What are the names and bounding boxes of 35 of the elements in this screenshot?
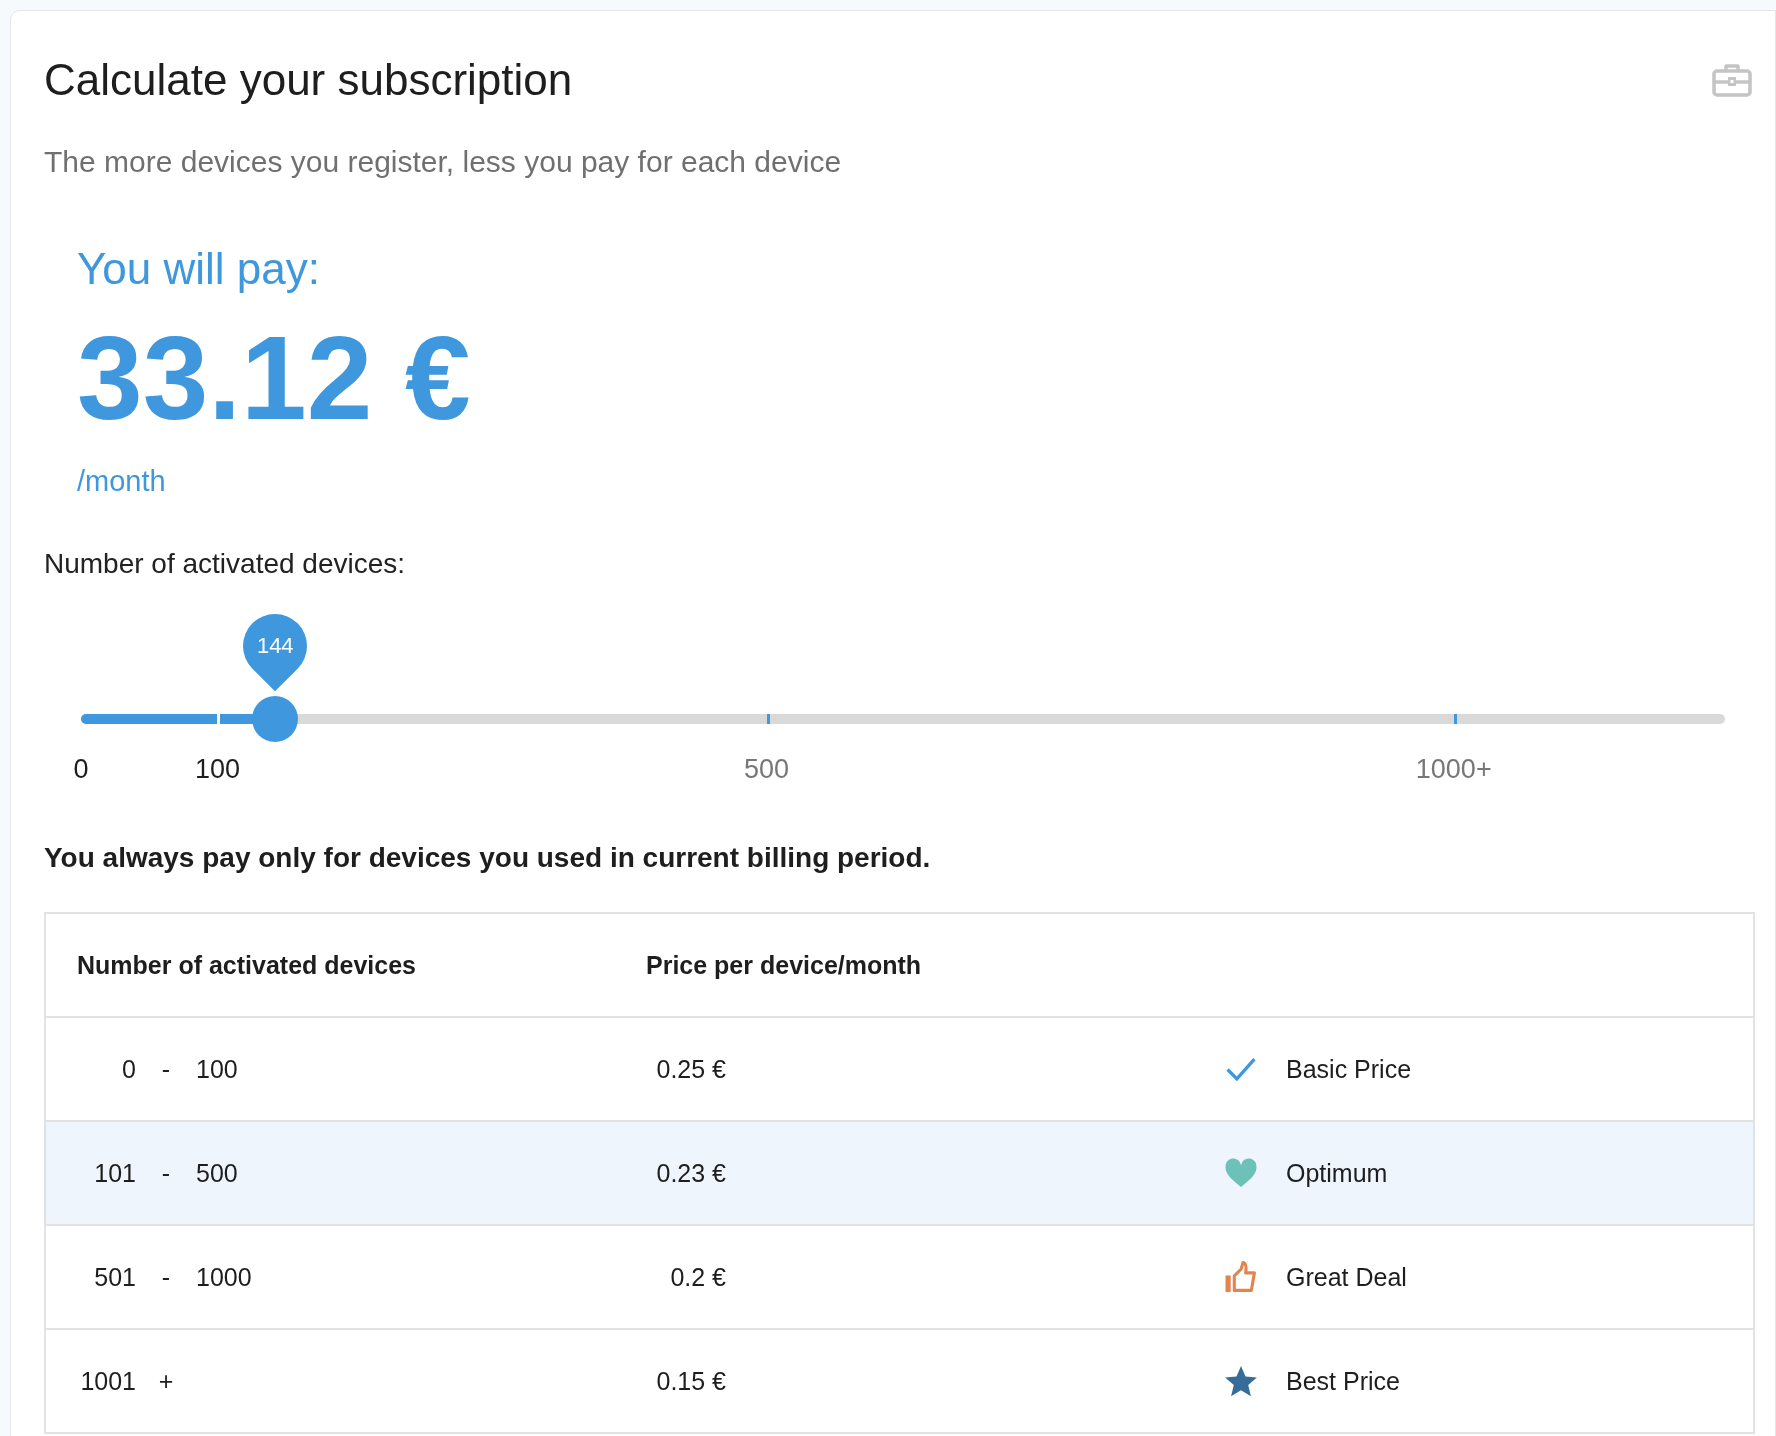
tier-label: Great Deal xyxy=(1286,1262,1407,1292)
range-text: 1001 xyxy=(79,1366,136,1396)
tier-label: Best Price xyxy=(1286,1366,1400,1396)
tier-label: Basic Price xyxy=(1286,1054,1412,1084)
range-text: 500 xyxy=(196,1158,238,1188)
range-text: 501 xyxy=(93,1262,136,1292)
price-text: 0.15 € xyxy=(656,1366,726,1395)
tier-label: Optimum xyxy=(1286,1158,1388,1188)
billing-note: You always pay only for devices you used in current billing period. xyxy=(44,842,932,875)
pay-label: You will pay: xyxy=(77,245,321,294)
tick-label: 500 xyxy=(744,754,790,786)
price-text: 0.25 € xyxy=(656,1054,726,1083)
range-text: - xyxy=(160,1158,172,1188)
tick-label: 0 xyxy=(73,754,89,786)
range-text: - xyxy=(160,1262,172,1292)
price-text: 0.2 € xyxy=(670,1262,726,1291)
table-row[interactable]: 101 - 500 0.23 € Optimum xyxy=(46,1122,1753,1227)
tick-label: 100 xyxy=(194,754,240,786)
tick-label: 1000+ xyxy=(1415,754,1492,786)
range-text: 101 xyxy=(93,1158,136,1188)
price-amount: 33.12 € xyxy=(77,311,472,447)
range-text: 1000 xyxy=(196,1262,252,1292)
subtitle-text: The more devices you register, less you pay for each device xyxy=(44,145,843,179)
range-text: - xyxy=(160,1054,172,1084)
period-label: /month xyxy=(77,465,167,499)
briefcase-icon[interactable] xyxy=(1712,63,1752,97)
column-header: Price per device/month xyxy=(646,950,922,980)
card-title: Calculate your subscription xyxy=(44,55,573,105)
column-header: Number of activated devices xyxy=(76,950,417,980)
range-text: + xyxy=(157,1366,175,1396)
slider-track[interactable] xyxy=(81,714,1725,725)
range-text: 0 xyxy=(121,1054,136,1084)
slider-label: Number of activated devices: xyxy=(44,548,407,581)
price-text: 0.23 € xyxy=(656,1158,726,1187)
range-text: 100 xyxy=(196,1054,238,1084)
